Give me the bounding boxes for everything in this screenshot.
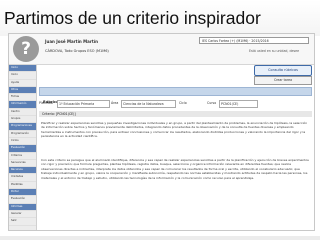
main-content: Consulta rúbricas Crear tarea Rúbrica Pl… xyxy=(39,65,312,230)
sidebar-item[interactable]: Criterios xyxy=(9,153,36,160)
area-label: Área xyxy=(111,101,119,105)
sidebar-item[interactable]: Inicio xyxy=(9,72,36,80)
sidebar-item[interactable]: Inicio xyxy=(9,65,36,73)
slide-footer-band xyxy=(0,236,320,240)
sidebar-item[interactable]: Salir xyxy=(9,218,36,226)
sidebar-item[interactable]: Ayuda xyxy=(9,80,36,87)
avatar[interactable]: ? xyxy=(13,36,39,62)
app-header: ? Juan José Martín Martín CÁRDOVA, Todo … xyxy=(9,34,314,65)
section-bar: Rúbrica xyxy=(39,87,312,104)
context-select[interactable]: IES Carlos Fortea (+) (M1M6) · 2015/2016 xyxy=(199,37,309,44)
sidebar-item[interactable]: Evaluación xyxy=(9,196,36,204)
sidebar-item[interactable]: Centro xyxy=(9,109,36,117)
criterion-explanation: Con este criterio se persigue que el alu… xyxy=(41,158,309,180)
sidebar-item[interactable]: Plantillas xyxy=(9,182,36,190)
sidebar-item[interactable]: Información xyxy=(9,101,36,109)
sidebar-item[interactable]: Fichas xyxy=(9,94,36,102)
slide-title: Partimos de un criterio inspirador xyxy=(4,8,261,28)
sidebar-item[interactable]: Secuencias xyxy=(9,160,36,168)
criterion-fields: Planificar 1º Educación Primaria Área Ci… xyxy=(39,99,312,108)
criterion-title: Criterio: [PCN01(CE)] xyxy=(39,111,312,117)
course-field[interactable]: PCN01(CE) xyxy=(219,100,258,108)
app-screenshot: ? Juan José Martín Martín CÁRDOVA, Todo … xyxy=(8,33,315,231)
sidebar: Inicio Inicio Ayuda Otros Fichas Informa… xyxy=(9,65,37,230)
crear-tarea-button[interactable]: Crear tarea xyxy=(254,76,312,85)
sidebar-item[interactable]: Otros xyxy=(9,86,36,95)
level-field[interactable]: 1º Educación Primaria xyxy=(57,100,110,108)
consulta-rubricas-button[interactable]: Consulta rúbricas xyxy=(254,65,312,76)
school-name: CÁRDOVA, Todo Grupos ESO (M1M6) xyxy=(45,49,109,53)
planificar-label: Planificar xyxy=(39,101,54,105)
sidebar-item[interactable]: Evaluación xyxy=(9,145,36,153)
sidebar-item[interactable]: Unidades xyxy=(9,174,36,182)
sidebar-item[interactable]: Generar xyxy=(9,211,36,219)
sidebar-item[interactable]: Recursos xyxy=(9,167,36,175)
sidebar-item[interactable]: Programaciones xyxy=(9,123,36,131)
sidebar-item[interactable]: Grupos xyxy=(9,116,36,124)
area-field[interactable]: Ciencias de la Naturaleza xyxy=(121,100,176,108)
course-label: Curso xyxy=(207,101,217,105)
sidebar-item[interactable]: Portal xyxy=(9,189,36,197)
criterion-paragraph: Planificar y realizar experiencias senci… xyxy=(41,121,308,139)
user-name: Juan José Martín Martín xyxy=(45,39,98,44)
slide-title-band: Partimos de un criterio inspirador xyxy=(0,0,320,36)
sidebar-item[interactable]: Informes xyxy=(9,203,36,211)
welcome-text: Está usted en su unidad, desee xyxy=(249,49,300,53)
sidebar-item[interactable]: Programación xyxy=(9,131,36,138)
level-label: Ciclo xyxy=(179,101,187,105)
sidebar-item[interactable]: Ciclos xyxy=(9,138,36,146)
